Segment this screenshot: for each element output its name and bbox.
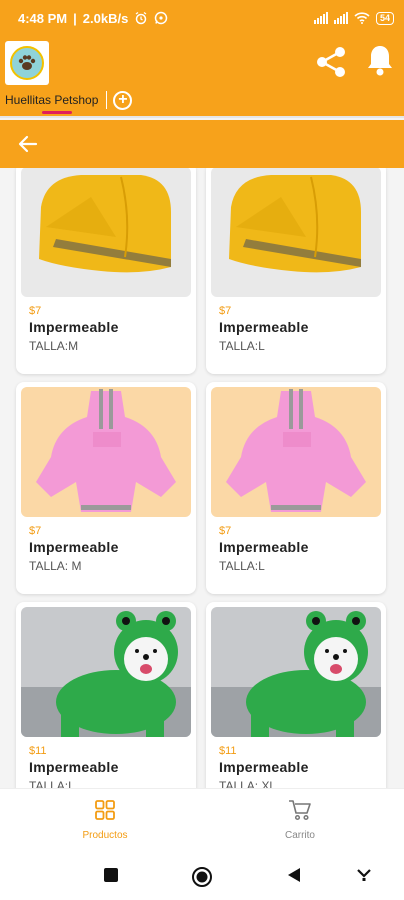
nav-item-products[interactable]: Productos: [65, 799, 145, 841]
nav-label-cart: Carrito: [284, 830, 315, 841]
status-time: 4:48 PM: [18, 10, 68, 26]
back-arrow-icon[interactable]: [16, 132, 40, 156]
home-icon[interactable]: [191, 866, 213, 888]
wifi-icon: [354, 12, 370, 24]
product-list[interactable]: $7 Impermeable TALLA:M $7 Impermeable TA…: [0, 168, 404, 788]
product-price: $11: [29, 745, 47, 757]
product-size: TALLA:M: [29, 339, 79, 353]
product-size: TALLA:L: [219, 559, 265, 573]
tab-huellitas-petshop[interactable]: Huellitas Petshop: [0, 86, 98, 114]
product-image-green-frog-raincoat-dog: [211, 607, 381, 737]
product-name: Impermeable: [29, 539, 119, 555]
product-size: TALLA: Xl: [219, 779, 273, 788]
product-price: $11: [219, 745, 237, 757]
product-image-yellow-raincoat: [211, 168, 381, 297]
product-card[interactable]: $11 Impermeable TALLA:L: [16, 602, 196, 788]
system-navigation-bar: [0, 852, 404, 900]
back-icon[interactable]: [285, 866, 303, 884]
grid-icon: [95, 800, 115, 820]
app-header: Huellitas Petshop +: [0, 36, 404, 118]
product-card[interactable]: $7 Impermeable TALLA: M: [16, 382, 196, 594]
tab-indicator: [42, 111, 72, 114]
signal-icon: [313, 12, 328, 24]
product-size: TALLA:L: [29, 779, 75, 788]
nav-item-cart[interactable]: Carrito: [260, 799, 340, 841]
product-image-pink-raincoat: [21, 387, 191, 517]
product-price: $7: [29, 305, 42, 317]
recents-icon[interactable]: [102, 866, 120, 884]
product-price: $7: [29, 525, 42, 537]
battery-icon: 54: [375, 11, 394, 25]
nav-label-products: Productos: [82, 830, 128, 841]
signal-icon-2: [333, 12, 348, 24]
product-name: Impermeable: [29, 319, 119, 335]
bell-icon[interactable]: [365, 43, 395, 77]
product-price: $7: [219, 305, 232, 317]
share-icon[interactable]: [313, 44, 349, 80]
product-name: Impermeable: [219, 759, 309, 775]
bottom-navigation: Productos Carrito: [0, 788, 404, 852]
product-image-green-frog-raincoat-dog: [21, 607, 191, 737]
navbar-toggle-icon[interactable]: [356, 866, 372, 884]
product-size: TALLA:L: [219, 339, 265, 353]
product-name: Impermeable: [29, 759, 119, 775]
product-card[interactable]: $7 Impermeable TALLA:L: [206, 168, 386, 374]
tab-label: Huellitas Petshop: [5, 93, 99, 107]
whatsapp-icon: [155, 11, 168, 25]
add-tab-button[interactable]: +: [113, 90, 133, 110]
product-card[interactable]: $7 Impermeable TALLA:M: [16, 168, 196, 374]
product-image-yellow-raincoat: [21, 168, 191, 297]
product-card[interactable]: $7 Impermeable TALLA:L: [206, 382, 386, 594]
status-bar: 4:48 PM | 2.0kB/s 54: [0, 0, 404, 36]
status-divider: |: [73, 10, 77, 26]
app-logo[interactable]: [5, 41, 49, 85]
nav-bar: [0, 120, 404, 168]
paw-icon: [18, 55, 36, 70]
product-price: $7: [219, 525, 232, 537]
header-divider: [0, 116, 404, 118]
network-speed: 2.0kB/s: [82, 10, 129, 26]
product-card[interactable]: $11 Impermeable TALLA: Xl: [206, 602, 386, 788]
product-name: Impermeable: [219, 319, 309, 335]
tab-strip: Huellitas Petshop +: [0, 86, 133, 114]
tab-separator: [106, 91, 108, 109]
product-size: TALLA: M: [29, 559, 82, 573]
cart-icon: [289, 800, 311, 821]
alarm-icon: [135, 11, 147, 25]
product-image-pink-raincoat: [211, 387, 381, 517]
product-name: Impermeable: [219, 539, 309, 555]
